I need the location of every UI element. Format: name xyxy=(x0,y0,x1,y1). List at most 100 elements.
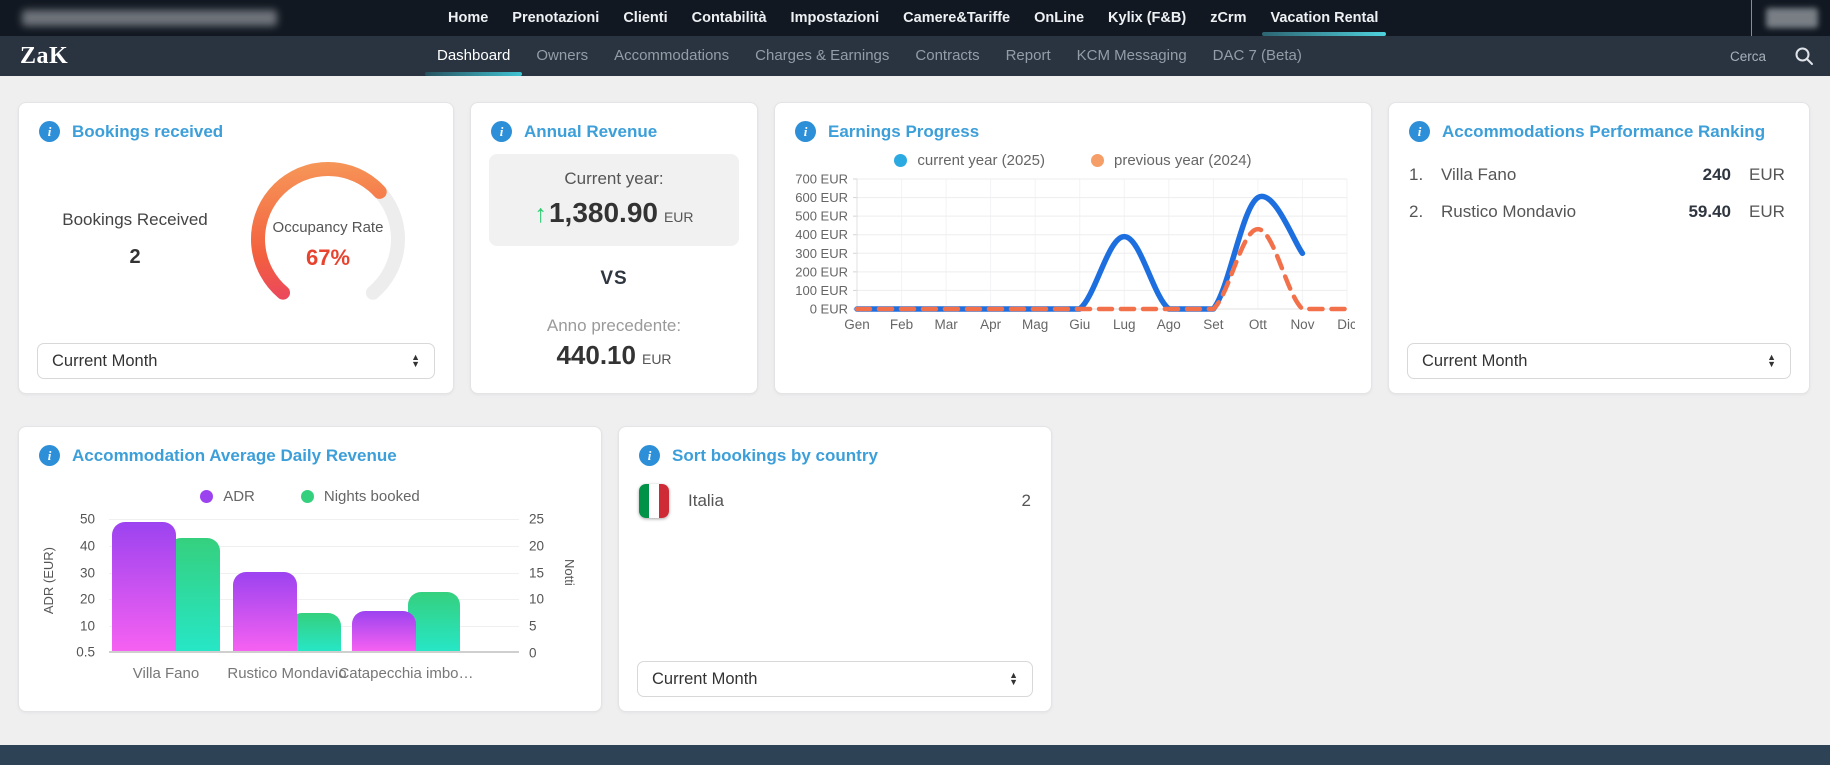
card-bookings-by-country: i Sort bookings by country Italia2 Curre… xyxy=(618,426,1052,712)
top-nav-item-vacation-rental[interactable]: Vacation Rental xyxy=(1270,0,1378,36)
top-nav-item-clienti[interactable]: Clienti xyxy=(623,0,667,36)
sub-nav-tabs: Dashboard Owners Accommodations Charges & E… xyxy=(437,36,1302,76)
svg-text:400 EUR: 400 EUR xyxy=(795,227,848,242)
accommodation-name: Villa Fano xyxy=(1441,165,1703,185)
redacted-property-name xyxy=(22,10,277,26)
card-earnings-progress: i Earnings Progress current year (2025) p… xyxy=(774,102,1372,394)
top-bar-divider xyxy=(1751,0,1752,36)
tab-accommodations[interactable]: Accommodations xyxy=(614,36,729,76)
tab-owners[interactable]: Owners xyxy=(536,36,588,76)
tab-dashboard[interactable]: Dashboard xyxy=(437,36,510,76)
adr-bar-villa-fano xyxy=(112,522,176,651)
bottom-bar xyxy=(0,745,1830,765)
legend-dot-icon xyxy=(894,154,907,167)
earnings-legend: current year (2025) previous year (2024) xyxy=(775,152,1371,169)
card-performance-ranking: i Accommodations Performance Ranking 1.V… xyxy=(1388,102,1810,394)
period-select-bookings[interactable]: Current Month ▲▼ xyxy=(37,343,435,379)
trend-up-icon: ↑ xyxy=(534,200,547,229)
legend-dot-icon xyxy=(200,490,213,503)
top-nav-item-home[interactable]: Home xyxy=(448,0,488,36)
adr-bar-rustico-mondavio xyxy=(233,572,297,651)
tab-charges-earnings[interactable]: Charges & Earnings xyxy=(755,36,889,76)
search-area: Cerca xyxy=(1730,46,1814,66)
country-booking-count: 2 xyxy=(1022,491,1031,511)
svg-text:Dic: Dic xyxy=(1337,317,1355,332)
earnings-line-chart: 0 EUR100 EUR200 EUR300 EUR400 EUR500 EUR… xyxy=(791,171,1355,347)
svg-text:Lug: Lug xyxy=(1113,317,1136,332)
top-nav-item-contabilit[interactable]: Contabilità xyxy=(692,0,767,36)
card-title: Annual Revenue xyxy=(524,122,657,142)
redacted-account-badge xyxy=(1766,8,1818,28)
revenue-value: 59.40 xyxy=(1688,202,1731,222)
info-icon[interactable]: i xyxy=(39,121,60,142)
tab-report[interactable]: Report xyxy=(1006,36,1051,76)
right-axis-tick: 0 xyxy=(529,646,581,661)
svg-text:700 EUR: 700 EUR xyxy=(795,172,848,187)
card-title: Accommodations Performance Ranking xyxy=(1442,122,1765,142)
period-select-ranking[interactable]: Current Month ▲▼ xyxy=(1407,343,1791,379)
top-nav: Home Prenotazioni Clienti Contabilità Impost… xyxy=(448,0,1378,36)
ranking-position: 2. xyxy=(1409,202,1441,222)
legend-item-current-year-2025[interactable]: current year (2025) xyxy=(894,152,1045,169)
legend-item-nights-booked[interactable]: Nights booked xyxy=(301,488,420,505)
left-axis-tick: 50 xyxy=(39,512,95,527)
legend-item-adr[interactable]: ADR xyxy=(200,488,255,505)
search-label[interactable]: Cerca xyxy=(1730,49,1766,64)
select-arrows-icon: ▲▼ xyxy=(1009,672,1018,686)
top-nav-item-camere-tariffe[interactable]: Camere&Tariffe xyxy=(903,0,1010,36)
svg-text:600 EUR: 600 EUR xyxy=(795,190,848,205)
info-icon[interactable]: i xyxy=(39,445,60,466)
info-icon[interactable]: i xyxy=(639,445,660,466)
bookings-received-label: Bookings Received xyxy=(29,210,241,230)
adr-legend: ADR Nights booked xyxy=(19,488,601,505)
card-bookings-received: i Bookings received Bookings Received 2 … xyxy=(18,102,454,394)
ranking-position: 1. xyxy=(1409,165,1441,185)
ranking-row: 1.Villa Fano240EUR xyxy=(1409,156,1789,193)
zak-logo: ZaK xyxy=(20,43,68,70)
info-icon[interactable]: i xyxy=(1409,121,1430,142)
top-nav-item-online[interactable]: OnLine xyxy=(1034,0,1084,36)
search-icon[interactable] xyxy=(1794,46,1814,66)
svg-text:Set: Set xyxy=(1203,317,1224,332)
top-nav-item-zcrm[interactable]: zCrm xyxy=(1210,0,1246,36)
bookings-received-value: 2 xyxy=(29,246,241,269)
tab-kcm-messaging[interactable]: KCM Messaging xyxy=(1077,36,1187,76)
top-nav-item-prenotazioni[interactable]: Prenotazioni xyxy=(512,0,599,36)
info-icon[interactable]: i xyxy=(795,121,816,142)
tab-contracts[interactable]: Contracts xyxy=(915,36,979,76)
svg-text:Ago: Ago xyxy=(1157,317,1181,332)
ranking-row: 2.Rustico Mondavio59.40 EUR xyxy=(1409,193,1789,230)
bar-category-label: Catapecchia imbo… xyxy=(316,665,496,682)
top-nav-item-kylix-f-b[interactable]: Kylix (F&B) xyxy=(1108,0,1186,36)
legend-item-previous-year-2024[interactable]: previous year (2024) xyxy=(1091,152,1252,169)
right-axis-tick: 10 xyxy=(529,592,581,607)
previous-year-value: 440.10 xyxy=(556,340,636,371)
card-average-daily-revenue: i Accommodation Average Daily Revenue AD… xyxy=(18,426,602,712)
currency-label: EUR xyxy=(1749,202,1789,222)
tab-dac-7-beta[interactable]: DAC 7 (Beta) xyxy=(1213,36,1302,76)
right-axis-tick: 5 xyxy=(529,619,581,634)
sub-bar: ZaK Dashboard Owners Accommodations Charges… xyxy=(0,36,1830,76)
italy-flag-icon xyxy=(639,484,669,518)
select-arrows-icon: ▲▼ xyxy=(1767,354,1776,368)
svg-text:0 EUR: 0 EUR xyxy=(810,302,848,317)
currency-label: EUR xyxy=(664,209,694,225)
card-title: Bookings received xyxy=(72,122,223,142)
info-icon[interactable]: i xyxy=(491,121,512,142)
occupancy-gauge: Occupancy Rate 67% xyxy=(241,152,415,326)
occupancy-rate-label: Occupancy Rate xyxy=(273,219,384,236)
country-row: Italia2 xyxy=(639,478,1031,524)
svg-text:Mag: Mag xyxy=(1022,317,1048,332)
svg-text:Nov: Nov xyxy=(1290,317,1314,332)
legend-dot-icon xyxy=(1091,154,1104,167)
adr-bar-catapecchia-imbo xyxy=(352,611,416,651)
card-title: Earnings Progress xyxy=(828,122,979,142)
current-year-box: Current year: ↑ 1,380.90 EUR xyxy=(489,154,739,246)
top-nav-item-impostazioni[interactable]: Impostazioni xyxy=(791,0,880,36)
svg-text:Gen: Gen xyxy=(844,317,870,332)
card-title: Accommodation Average Daily Revenue xyxy=(72,446,397,466)
dashboard-content: i Bookings received Bookings Received 2 … xyxy=(0,76,1830,712)
period-select-countries[interactable]: Current Month ▲▼ xyxy=(637,661,1033,697)
svg-text:Ott: Ott xyxy=(1249,317,1267,332)
accommodation-name: Rustico Mondavio xyxy=(1441,202,1688,222)
